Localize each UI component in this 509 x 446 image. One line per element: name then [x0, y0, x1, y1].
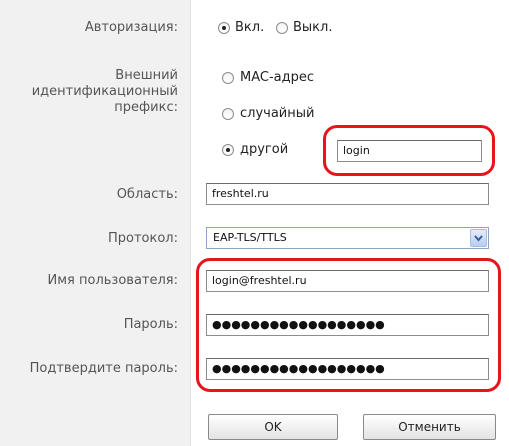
- auth-off-label: Выкл.: [293, 20, 333, 35]
- prefix-other-label: другой: [240, 142, 289, 157]
- cancel-button[interactable]: Отменить: [363, 414, 496, 440]
- protocol-select[interactable]: EAP-TLS/TTLS: [206, 227, 489, 249]
- protocol-value: EAP-TLS/TTLS: [213, 231, 287, 244]
- highlight-credentials-box: [196, 258, 501, 392]
- realm-label: Область:: [116, 187, 178, 202]
- auth-on-label: Вкл.: [235, 20, 265, 35]
- prefix-mac-radio[interactable]: [222, 72, 234, 84]
- ok-button[interactable]: OK: [208, 414, 338, 440]
- label-column: [0, 0, 190, 446]
- prefix-random-label: случайный: [240, 106, 315, 121]
- confirm-password-label: Подтвердите пароль:: [29, 361, 178, 376]
- prefix-random-radio[interactable]: [222, 108, 234, 120]
- protocol-label: Протокол:: [107, 231, 178, 246]
- prefix-label-line-1: Внешний: [115, 68, 178, 83]
- username-label: Имя пользователя:: [47, 273, 178, 288]
- prefix-label-line-2: идентификационный: [31, 84, 178, 99]
- auth-label: Авторизация:: [84, 20, 178, 35]
- prefix-mac-label: MAC-адрес: [240, 70, 315, 85]
- realm-input[interactable]: freshtel.ru: [206, 183, 489, 205]
- prefix-label-line-3: префикс:: [114, 100, 178, 115]
- auth-on-radio[interactable]: [218, 22, 230, 34]
- chevron-down-icon[interactable]: [470, 229, 487, 247]
- highlight-prefix-box: [323, 125, 495, 176]
- password-label: Пароль:: [123, 317, 178, 332]
- prefix-other-radio[interactable]: [222, 144, 234, 156]
- auth-off-radio[interactable]: [276, 22, 288, 34]
- column-divider: [190, 0, 191, 446]
